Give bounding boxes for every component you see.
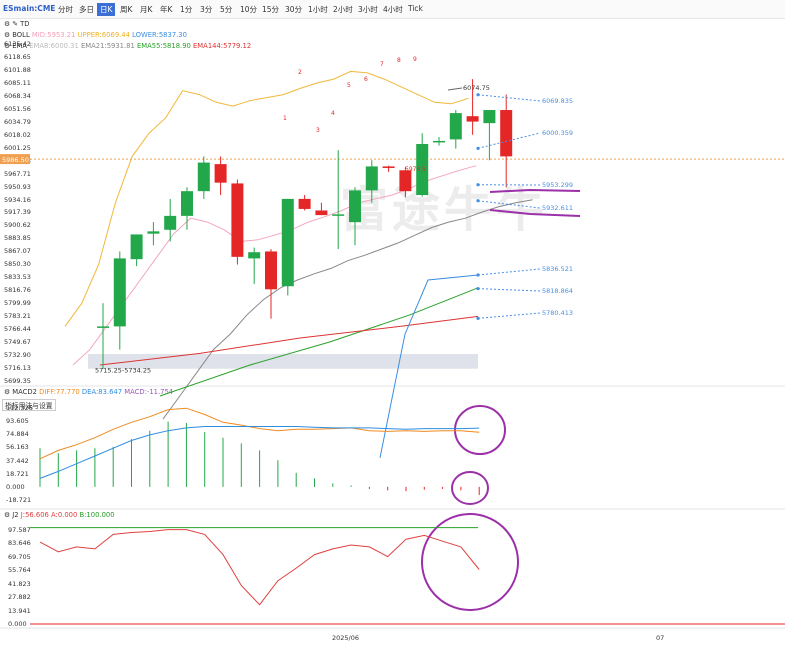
candle-body	[265, 251, 277, 290]
candle-body	[298, 198, 311, 209]
boll-annotation: 5976.5	[405, 166, 426, 173]
candle-body	[466, 116, 479, 122]
td-count-label: 1	[283, 115, 287, 122]
candle-body	[231, 183, 244, 257]
level-value-label: 5836.521	[542, 265, 573, 273]
current-price-label: 5986.50	[2, 156, 29, 164]
hand-drawn-circle	[451, 471, 489, 505]
level-dashed-line	[477, 268, 541, 276]
level-dashed-line	[477, 312, 541, 319]
td-count-label: 4	[331, 110, 335, 117]
candle-body	[197, 162, 210, 192]
candle-body	[181, 191, 193, 216]
candle-body	[214, 164, 227, 183]
level-dashed-line	[477, 288, 541, 292]
td-count-label: 8	[397, 57, 401, 64]
candle-body	[449, 113, 462, 140]
level-value-label: 6000.359	[542, 129, 573, 137]
candle-body	[399, 170, 412, 192]
level-dot	[476, 287, 480, 291]
level-dot	[476, 316, 480, 320]
j2-j-line	[39, 529, 480, 606]
td-count-label: 6	[364, 76, 368, 83]
candle-body	[500, 110, 513, 157]
level-dot	[476, 183, 480, 187]
candle-body	[365, 166, 378, 191]
level-dot	[476, 93, 480, 97]
level-dot	[476, 199, 480, 203]
candle-body	[281, 198, 294, 287]
candle-body	[130, 234, 143, 260]
level-value-label: 5932.611	[542, 204, 573, 212]
candle-body	[483, 110, 496, 124]
level-value-label: 5953.299	[542, 181, 573, 189]
level-dot	[476, 146, 480, 150]
candle-body	[113, 258, 126, 327]
chart-canvas[interactable]: 5986.505715.25-5734.2512345678 96074.7559…	[0, 0, 785, 645]
level-value-label: 5818.864	[542, 287, 573, 295]
hand-drawn-circle	[454, 405, 506, 455]
td-count-label: 7	[380, 61, 384, 68]
level-value-label: 5780.413	[542, 309, 573, 317]
hand-drawn-circle	[421, 513, 519, 611]
candle-body	[147, 231, 160, 234]
hand-drawn-line	[489, 188, 581, 193]
candle-body	[433, 140, 445, 143]
td-count-label: 5	[347, 82, 351, 89]
candle-body	[349, 190, 361, 223]
candle-body	[248, 252, 261, 259]
high-price-pointer	[447, 87, 463, 91]
candle-body	[382, 166, 395, 168]
td-count-label: 9	[413, 56, 417, 63]
td-count-label: 3	[316, 127, 320, 134]
candle-body	[164, 215, 177, 230]
candle-body	[97, 326, 109, 328]
level-value-label: 6069.835	[542, 97, 573, 105]
level-dot	[476, 273, 480, 277]
candle-body	[315, 210, 328, 216]
candle-body	[332, 214, 345, 216]
ema55-line	[159, 287, 479, 397]
td-count-label: 2	[298, 69, 302, 76]
high-price-label: 6074.75	[463, 84, 490, 92]
level-dashed-line	[477, 94, 541, 102]
